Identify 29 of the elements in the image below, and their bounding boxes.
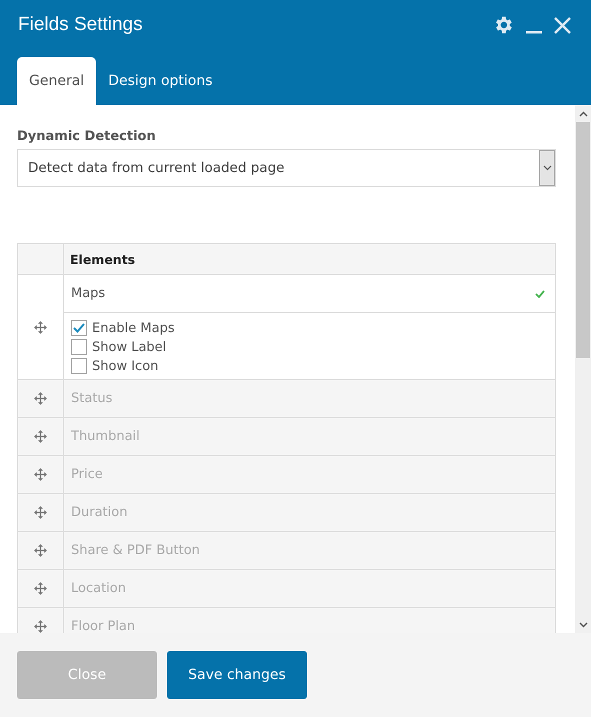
close-icon[interactable] [554,16,571,34]
scroll-down-icon[interactable] [578,622,588,628]
check-icon [535,290,545,298]
dropdown-select[interactable]: Detect data from current loaded page [17,149,556,187]
move-icon[interactable] [34,544,47,557]
column-header: Elements [69,250,136,268]
move-icon[interactable] [34,430,47,443]
window-title: Fields Settings [18,14,143,36]
checkbox-label: Enable Maps [92,320,175,336]
close-button[interactable]: Close [17,651,157,699]
element-row[interactable]: Maps [64,275,555,312]
checkbox[interactable] [71,320,87,336]
scrollbar[interactable] [575,105,591,633]
move-icon[interactable] [34,320,47,334]
checkbox-label: Show Icon [92,358,158,374]
move-icon[interactable] [34,582,47,595]
move-icon[interactable] [34,506,47,519]
save-button[interactable]: Save changes [167,651,307,699]
checkbox[interactable] [71,358,87,374]
scroll-up-icon[interactable] [578,110,588,116]
tab[interactable]: Design options [96,57,225,105]
move-icon[interactable] [34,392,47,405]
tab[interactable]: General [17,57,96,105]
field-label: Dynamic Detection [17,129,157,144]
caret-icon [539,150,555,186]
move-icon[interactable] [34,620,47,633]
move-icon[interactable] [34,468,47,481]
checkbox[interactable] [71,339,87,355]
checkbox-label: Show Label [92,340,166,354]
